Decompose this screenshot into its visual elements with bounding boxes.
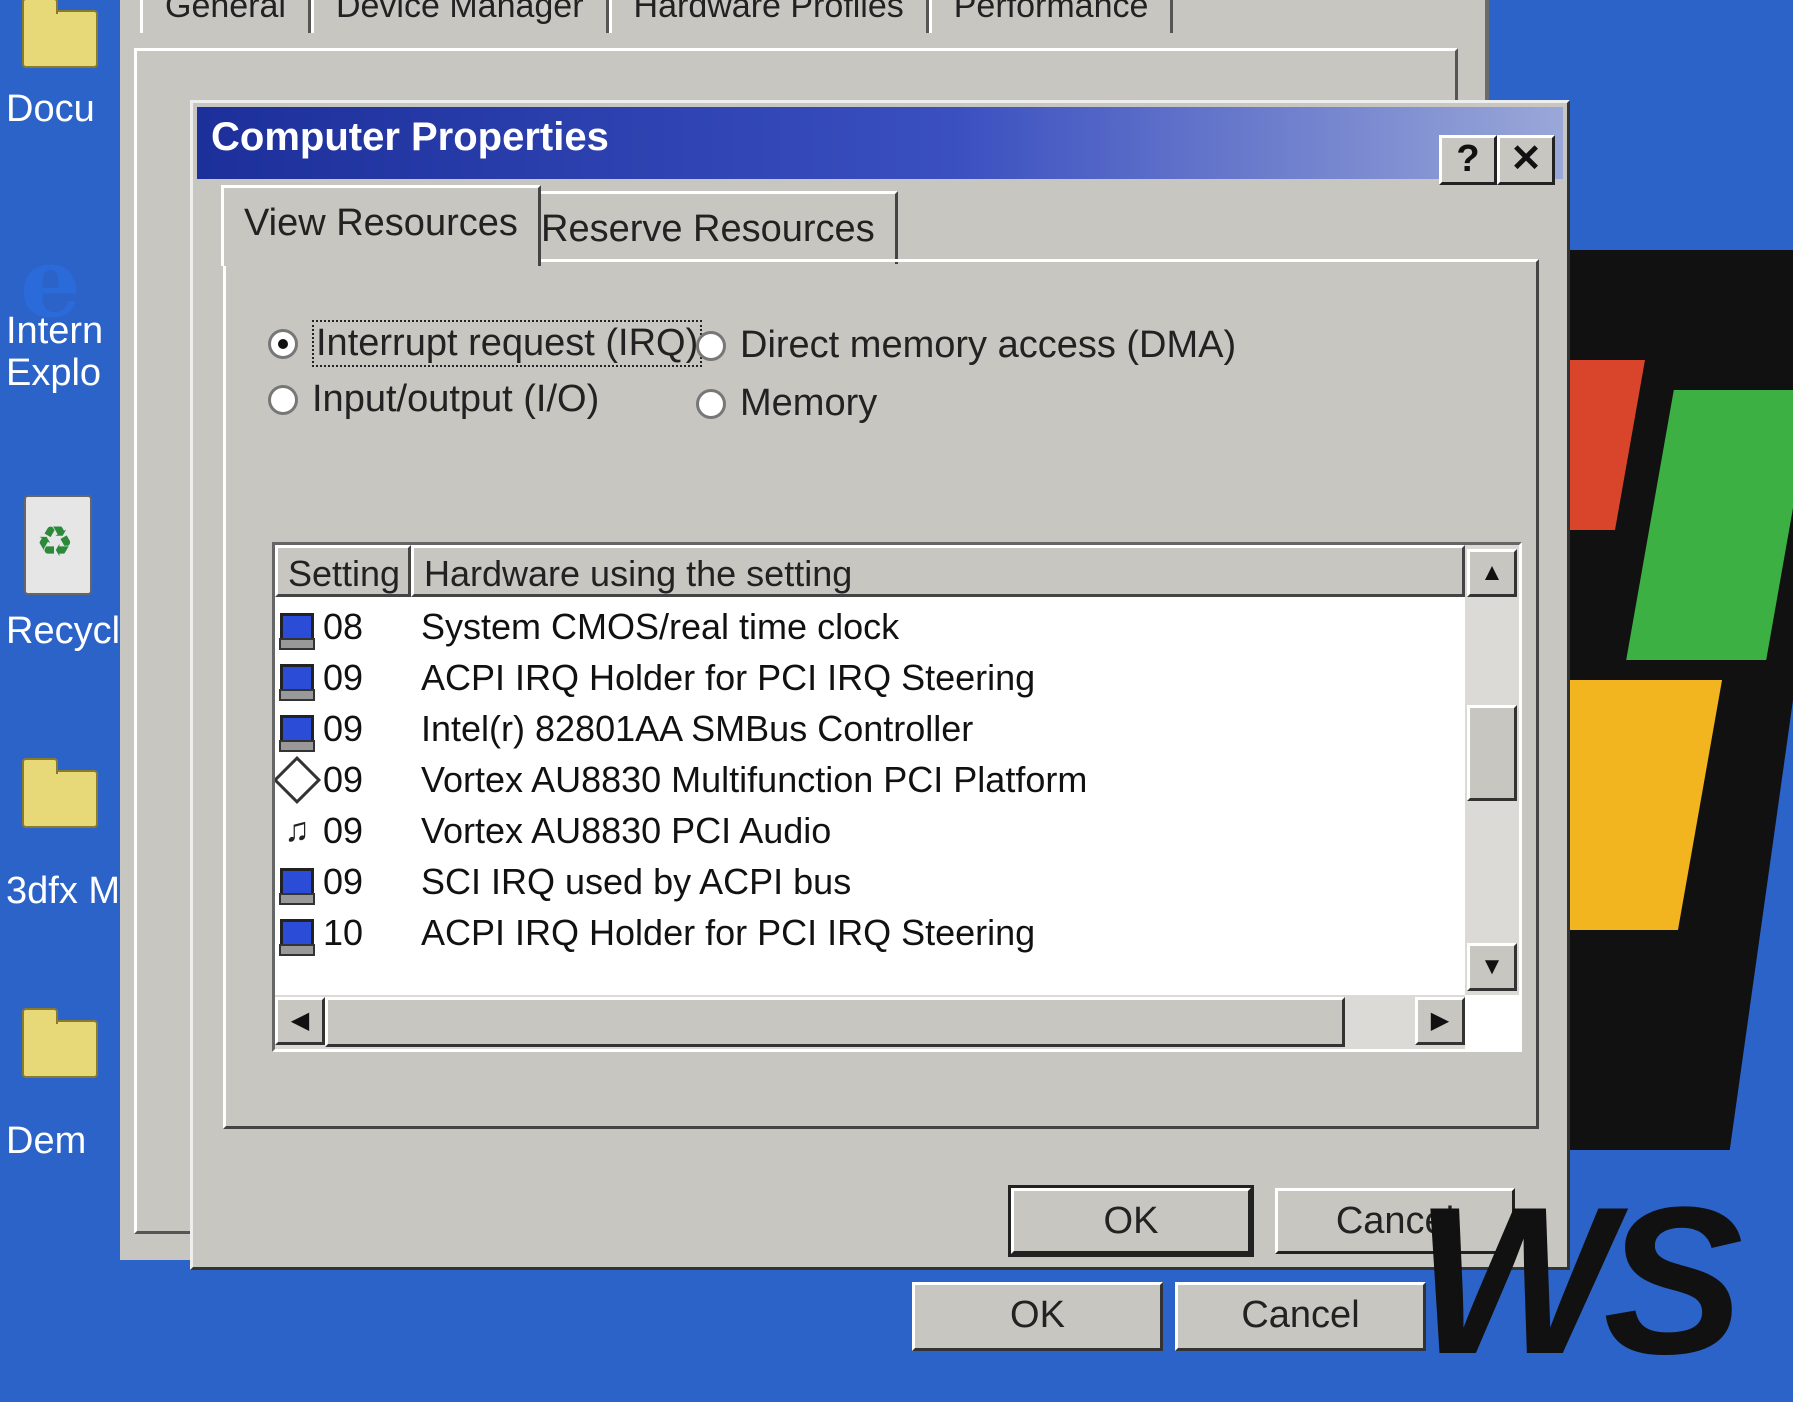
tab-general[interactable]: General — [140, 0, 311, 33]
radio-irq-label: Interrupt request (IRQ) — [312, 320, 703, 367]
radio-dma[interactable]: Direct memory access (DMA) — [696, 324, 1236, 367]
help-button[interactable]: ? — [1439, 135, 1497, 185]
tab-device-manager[interactable]: Device Manager — [310, 0, 609, 33]
desktop-icon-label[interactable]: Intern Explo — [6, 310, 103, 394]
table-row[interactable]: 08 System CMOS/real time clock — [275, 601, 1465, 652]
computer-properties-dialog: Computer Properties ? ✕ View Resources R… — [190, 100, 1570, 1270]
list-rows: 08 System CMOS/real time clock 09 ACPI I… — [275, 601, 1465, 981]
radio-io-label: Input/output (I/O) — [312, 378, 600, 420]
radio-button-checked[interactable] — [268, 328, 298, 359]
radio-memory-label: Memory — [740, 382, 878, 424]
hardware-cell: Vortex AU8830 Multifunction PCI Platform — [421, 758, 1088, 800]
hardware-cell: Vortex AU8830 PCI Audio — [421, 809, 832, 851]
computer-icon — [275, 658, 319, 701]
folder-icon[interactable] — [22, 758, 98, 828]
scroll-up-icon[interactable]: ▲ — [1467, 549, 1517, 597]
tab-reserve-resources[interactable]: Reserve Resources — [518, 191, 898, 264]
tab-hardware-profiles[interactable]: Hardware Profiles — [608, 0, 929, 33]
scroll-right-icon[interactable]: ▶ — [1415, 997, 1465, 1045]
setting-cell: 08 — [323, 605, 364, 647]
audio-icon: ♫ — [284, 811, 310, 849]
computer-icon — [275, 913, 319, 956]
close-button[interactable]: ✕ — [1497, 135, 1555, 185]
title-bar[interactable]: Computer Properties ? ✕ — [197, 107, 1563, 185]
folder-icon[interactable] — [22, 1008, 98, 1078]
desktop-icon-label[interactable]: Docu — [6, 88, 95, 131]
radio-io[interactable]: Input/output (I/O) — [268, 378, 599, 421]
table-row[interactable]: 09 Vortex AU8830 Multifunction PCI Platf… — [275, 754, 1465, 805]
horizontal-scrollbar[interactable]: ◀ ▶ — [275, 995, 1465, 1049]
tab-view-resources[interactable]: View Resources — [221, 185, 541, 266]
back-ok-button[interactable]: OK — [912, 1282, 1163, 1351]
desktop-icon-label[interactable]: 3dfx Mi — [6, 870, 128, 913]
computer-icon — [275, 607, 319, 650]
radio-irq[interactable]: Interrupt request (IRQ) — [268, 320, 703, 367]
setting-cell: 09 — [323, 860, 364, 902]
setting-cell: 10 — [323, 911, 364, 953]
desktop-icon-label[interactable]: Recycl — [6, 610, 120, 653]
hardware-cell: ACPI IRQ Holder for PCI IRQ Steering — [421, 656, 1036, 698]
table-row[interactable]: 09 ACPI IRQ Holder for PCI IRQ Steering — [275, 652, 1465, 703]
hardware-cell: Intel(r) 82801AA SMBus Controller — [421, 707, 974, 749]
radio-button[interactable] — [696, 388, 726, 419]
computer-icon — [275, 862, 319, 905]
radio-button[interactable] — [268, 384, 298, 415]
table-row[interactable]: 09 Intel(r) 82801AA SMBus Controller — [275, 703, 1465, 754]
back-tab-strip: General Device Manager Hardware Profiles… — [140, 0, 1174, 33]
column-hardware[interactable]: Hardware using the setting — [411, 545, 1465, 597]
desktop-icon-label[interactable]: Dem — [6, 1120, 86, 1163]
column-setting[interactable]: Setting — [275, 545, 411, 597]
setting-cell: 09 — [323, 809, 364, 851]
view-resources-panel: Interrupt request (IRQ) Direct memory ac… — [223, 259, 1539, 1129]
computer-icon — [275, 709, 319, 752]
table-row[interactable]: ♫ 09 Vortex AU8830 PCI Audio — [275, 805, 1465, 856]
vertical-scroll-thumb[interactable] — [1467, 705, 1517, 801]
scroll-left-icon[interactable]: ◀ — [275, 997, 325, 1045]
setting-cell: 09 — [323, 707, 364, 749]
hardware-cell: ACPI IRQ Holder for PCI IRQ Steering — [421, 911, 1036, 953]
scroll-down-icon[interactable]: ▼ — [1467, 943, 1517, 991]
hardware-cell: SCI IRQ used by ACPI bus — [421, 860, 852, 902]
ok-button[interactable]: OK — [1008, 1185, 1254, 1257]
recycle-bin-icon[interactable] — [24, 495, 92, 595]
hardware-cell: System CMOS/real time clock — [421, 605, 900, 647]
resource-list[interactable]: Setting Hardware using the setting 08 Sy… — [272, 542, 1522, 1052]
setting-cell: 09 — [323, 758, 364, 800]
setting-cell: 09 — [323, 656, 364, 698]
table-row[interactable]: 10 ACPI IRQ Holder for PCI IRQ Steering — [275, 907, 1465, 958]
vertical-scrollbar[interactable]: ▲ ▼ — [1465, 545, 1519, 995]
dialog-title: Computer Properties — [211, 115, 609, 159]
tab-performance[interactable]: Performance — [928, 0, 1174, 33]
back-cancel-button[interactable]: Cancel — [1175, 1282, 1426, 1351]
list-header: Setting Hardware using the setting — [275, 545, 1465, 597]
windows-logo-text: WS — [1415, 1163, 1743, 1398]
radio-memory[interactable]: Memory — [696, 382, 877, 425]
table-row[interactable]: 09 SCI IRQ used by ACPI bus — [275, 856, 1465, 907]
horizontal-scroll-thumb[interactable] — [325, 997, 1345, 1047]
radio-dma-label: Direct memory access (DMA) — [740, 324, 1237, 366]
diamond-icon — [275, 755, 322, 804]
radio-button[interactable] — [696, 330, 726, 361]
documents-folder-icon[interactable] — [22, 0, 98, 68]
